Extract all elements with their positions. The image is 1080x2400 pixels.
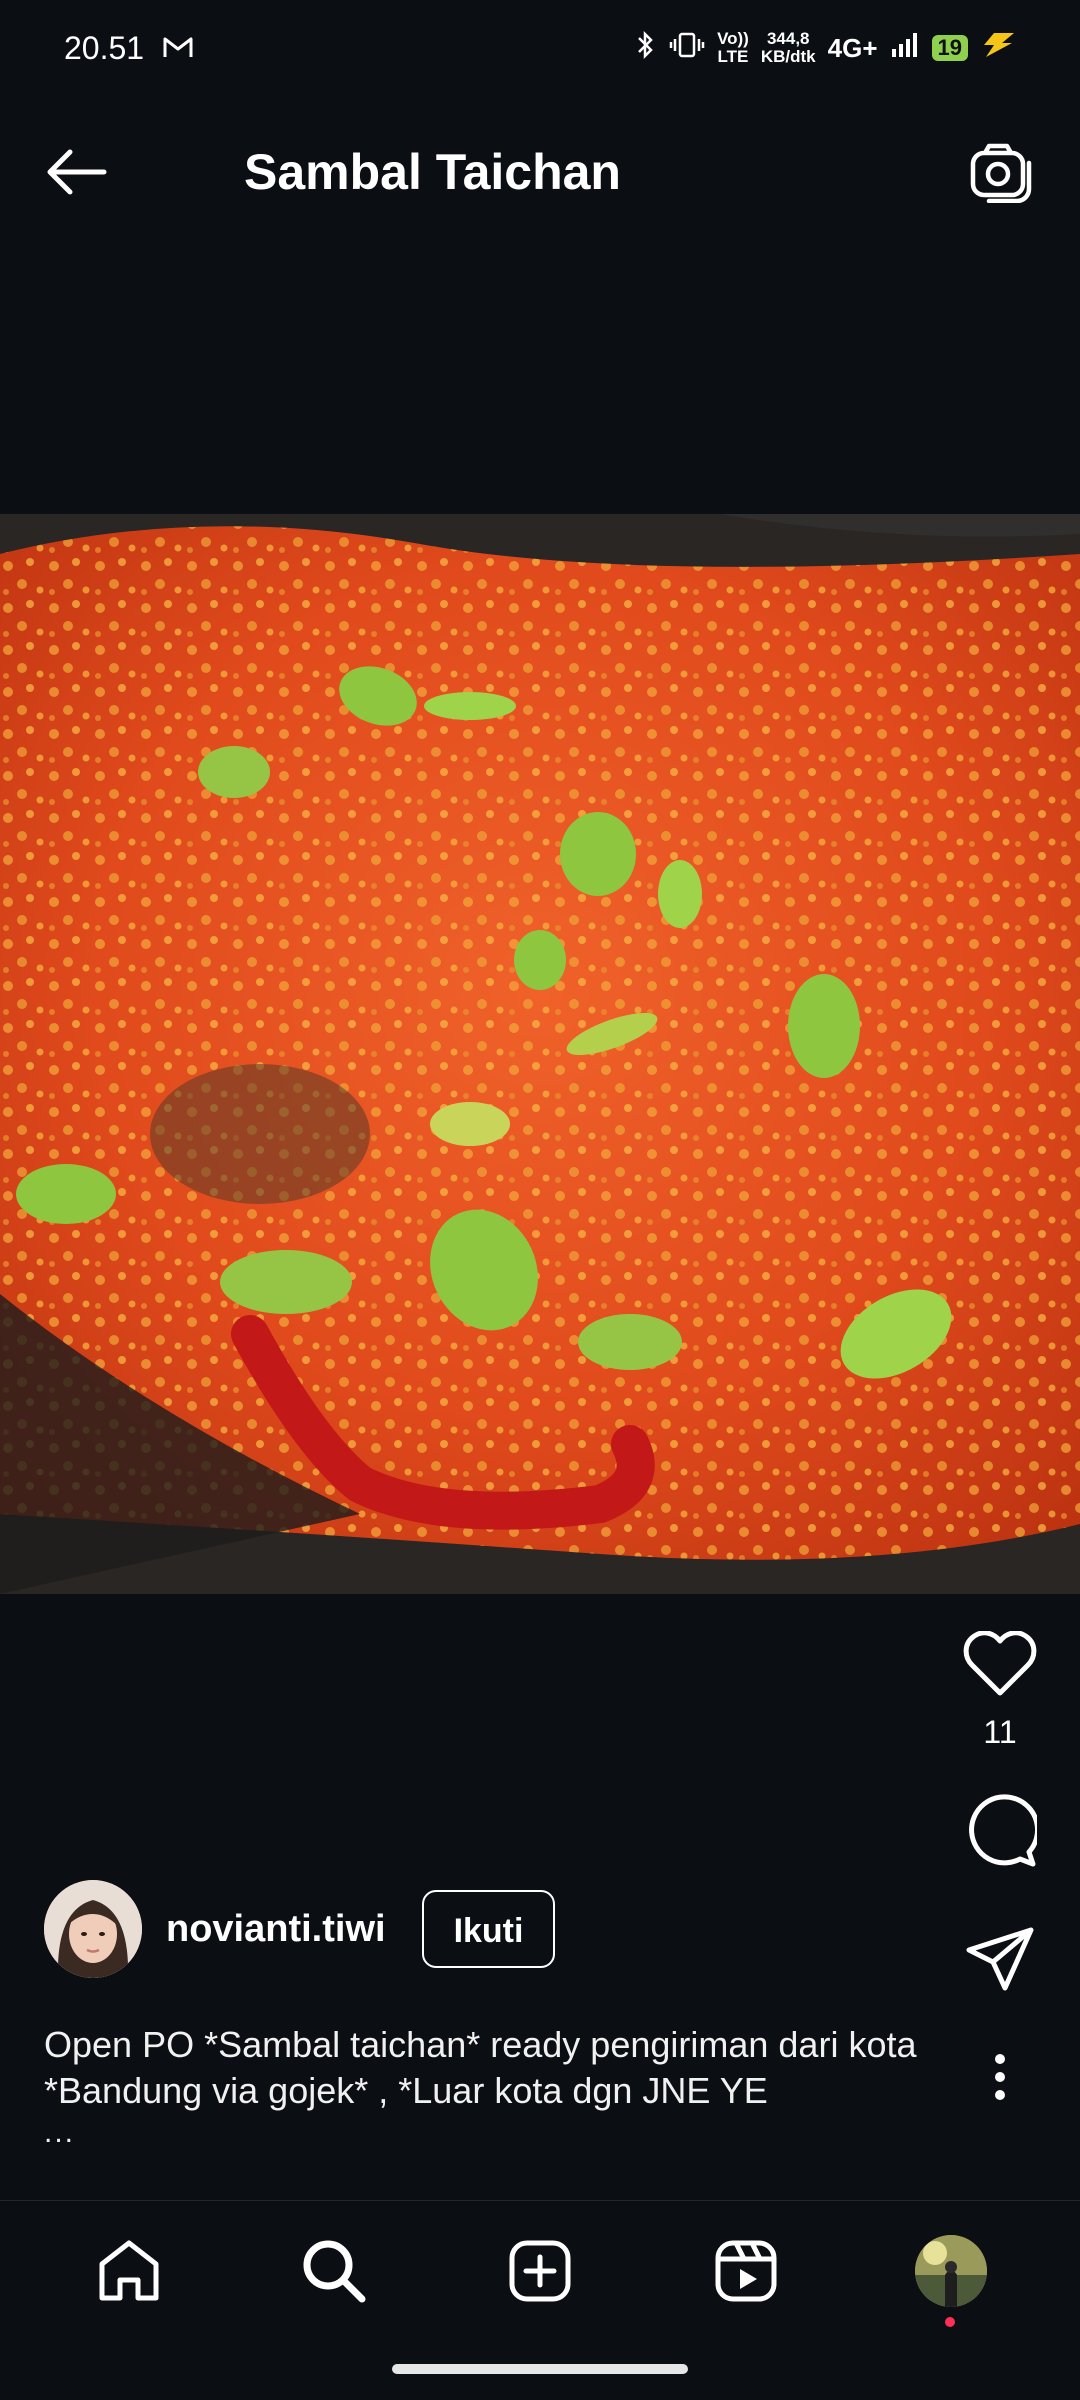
comment-icon[interactable]	[960, 1791, 1040, 1871]
create-icon[interactable]	[500, 2231, 580, 2311]
share-icon[interactable]	[960, 1919, 1040, 1999]
post-caption[interactable]: Open PO *Sambal taichan* ready pengirima…	[44, 2022, 924, 2156]
bluetooth-icon	[635, 30, 657, 67]
volte-bottom: LTE	[717, 47, 749, 66]
follow-button[interactable]: Ikuti	[421, 1890, 556, 1968]
post-author: novianti.tiwi Ikuti	[44, 1880, 556, 1978]
network-type: 4G+	[827, 32, 878, 63]
post-actions: 11	[920, 1624, 1080, 2107]
network-speed-value: 344,8	[766, 29, 810, 48]
status-time: 20.51	[64, 29, 145, 66]
avatar[interactable]	[44, 1880, 142, 1978]
author-username[interactable]: novianti.tiwi	[166, 1908, 386, 1951]
status-right: Vo)) LTE 344,8 KB/dtk 4G+ 19	[635, 30, 1018, 67]
network-speed: 344,8 KB/dtk	[761, 30, 816, 66]
like-count[interactable]: 11	[983, 1714, 1016, 1751]
search-icon[interactable]	[294, 2231, 374, 2311]
camera-icon[interactable]	[968, 138, 1036, 206]
page-title: Sambal Taichan	[244, 144, 621, 200]
volte-top: Vo))	[717, 29, 749, 48]
back-arrow-icon[interactable]	[44, 140, 108, 204]
reels-icon[interactable]	[706, 2231, 786, 2311]
avatar	[915, 2234, 988, 2307]
status-left: 20.51	[64, 30, 194, 67]
signal-icon	[890, 31, 920, 66]
post-image[interactable]	[0, 514, 1080, 1594]
battery-indicator: 19	[931, 35, 968, 61]
caption-text: Open PO *Sambal taichan* ready pengirima…	[44, 2024, 917, 2111]
bottom-nav	[0, 2200, 1080, 2340]
top-app-bar: Sambal Taichan	[0, 120, 1080, 224]
network-speed-unit: KB/dtk	[760, 47, 816, 66]
gmail-icon	[162, 30, 194, 67]
home-indicator[interactable]	[392, 2364, 688, 2374]
caption-more[interactable]: ...	[44, 2110, 924, 2156]
heart-icon[interactable]	[960, 1624, 1040, 1704]
volte-indicator: Vo)) LTE	[717, 30, 749, 66]
charging-icon	[980, 31, 1018, 66]
status-bar: 20.51 Vo)) LTE 344,8 KB/dtk 4G+ 19	[0, 0, 1080, 96]
notification-dot	[945, 2316, 956, 2327]
more-vertical-icon[interactable]	[970, 2047, 1030, 2107]
vibrate-icon	[669, 30, 705, 67]
profile-tab[interactable]	[911, 2231, 991, 2327]
home-icon[interactable]	[89, 2231, 169, 2311]
